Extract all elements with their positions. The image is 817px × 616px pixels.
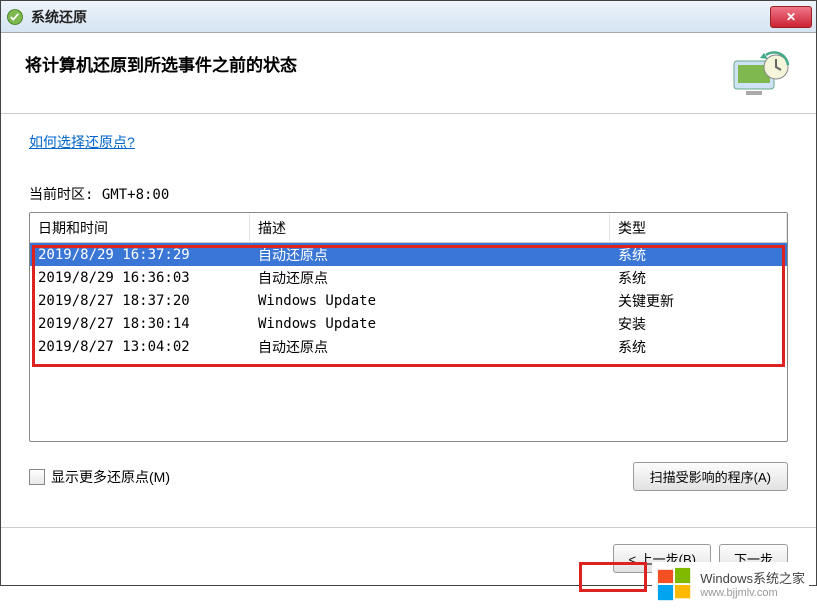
cell-date: 2019/8/27 18:37:20 <box>30 292 250 310</box>
table-row[interactable]: 2019/8/29 16:37:29自动还原点系统 <box>30 243 787 266</box>
cell-date: 2019/8/27 13:04:02 <box>30 338 250 356</box>
help-link[interactable]: 如何选择还原点? <box>29 132 135 152</box>
table-header: 日期和时间 描述 类型 <box>30 213 787 243</box>
system-restore-window: 系统还原 ✕ 将计算机还原到所选事件之前的状态 如何选择还原点? 当前时区: G… <box>0 0 817 586</box>
table-row[interactable]: 2019/8/27 18:37:20Windows Update关键更新 <box>30 289 787 312</box>
table-row[interactable]: 2019/8/27 18:30:14Windows Update安装 <box>30 312 787 335</box>
watermark-url: www.bjjmlv.com <box>700 587 805 599</box>
scan-affected-button[interactable]: 扫描受影响的程序(A) <box>633 462 788 491</box>
titlebar: 系统还原 ✕ <box>1 1 816 33</box>
window-title: 系统还原 <box>31 7 770 27</box>
restore-points-table: 日期和时间 描述 类型 2019/8/29 16:37:29自动还原点系统201… <box>29 212 788 442</box>
cell-type: 安装 <box>610 313 787 335</box>
cell-type: 系统 <box>610 244 787 266</box>
windows-logo-icon <box>656 566 694 604</box>
close-icon: ✕ <box>786 10 796 24</box>
header-area: 将计算机还原到所选事件之前的状态 <box>1 33 816 113</box>
cell-desc: 自动还原点 <box>250 336 610 358</box>
content-area: 如何选择还原点? 当前时区: GMT+8:00 日期和时间 描述 类型 2019… <box>1 114 816 507</box>
cell-date: 2019/8/29 16:36:03 <box>30 269 250 287</box>
show-more-checkbox[interactable]: 显示更多还原点(M) <box>29 467 170 487</box>
watermark: Windows系统之家 www.bjjmlv.com <box>652 562 809 608</box>
cell-desc: Windows Update <box>250 315 610 333</box>
restore-monitor-icon <box>728 51 792 101</box>
cell-type: 系统 <box>610 336 787 358</box>
show-more-label: 显示更多还原点(M) <box>51 467 170 487</box>
column-header-desc[interactable]: 描述 <box>250 214 610 242</box>
watermark-brand: Windows系统之家 <box>700 571 805 588</box>
column-header-type[interactable]: 类型 <box>610 214 787 242</box>
cell-type: 关键更新 <box>610 290 787 312</box>
page-title: 将计算机还原到所选事件之前的状态 <box>25 51 728 76</box>
column-header-date[interactable]: 日期和时间 <box>30 214 250 242</box>
cell-desc: 自动还原点 <box>250 267 610 289</box>
checkbox-icon <box>29 469 45 485</box>
cell-desc: 自动还原点 <box>250 244 610 266</box>
table-row[interactable]: 2019/8/27 13:04:02自动还原点系统 <box>30 335 787 358</box>
below-table-row: 显示更多还原点(M) 扫描受影响的程序(A) <box>29 460 788 493</box>
close-button[interactable]: ✕ <box>770 6 812 28</box>
cell-type: 系统 <box>610 267 787 289</box>
table-body: 2019/8/29 16:37:29自动还原点系统2019/8/29 16:36… <box>30 243 787 358</box>
timezone-label: 当前时区: GMT+8:00 <box>29 184 788 204</box>
cell-date: 2019/8/27 18:30:14 <box>30 315 250 333</box>
cell-desc: Windows Update <box>250 292 610 310</box>
restore-icon <box>5 7 25 27</box>
cell-date: 2019/8/29 16:37:29 <box>30 246 250 264</box>
table-row[interactable]: 2019/8/29 16:36:03自动还原点系统 <box>30 266 787 289</box>
